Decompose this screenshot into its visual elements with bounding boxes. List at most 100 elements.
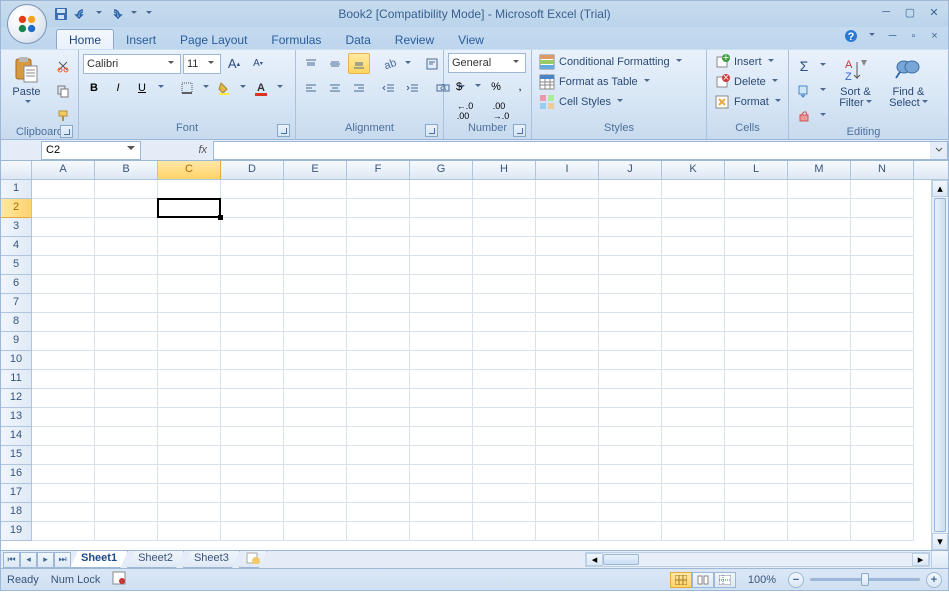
vscroll-thumb[interactable] — [934, 198, 946, 532]
cell-C11[interactable] — [158, 370, 221, 389]
cell-D2[interactable] — [221, 199, 284, 218]
decrease-indent-button[interactable] — [378, 77, 400, 98]
cell-H10[interactable] — [473, 351, 536, 370]
cell-E9[interactable] — [284, 332, 347, 351]
cell-D14[interactable] — [221, 427, 284, 446]
cell-C16[interactable] — [158, 465, 221, 484]
cell-G3[interactable] — [410, 218, 473, 237]
cell-I10[interactable] — [536, 351, 599, 370]
redo-icon[interactable] — [108, 6, 124, 22]
cell-K17[interactable] — [662, 484, 725, 503]
zoom-slider[interactable] — [810, 578, 920, 581]
cell-G12[interactable] — [410, 389, 473, 408]
row-header-17[interactable]: 17 — [1, 484, 32, 503]
orientation-dropdown[interactable] — [402, 53, 413, 74]
insert-cells-button[interactable]: +Insert — [711, 53, 777, 71]
row-header-19[interactable]: 19 — [1, 522, 32, 541]
cell-B13[interactable] — [95, 408, 158, 427]
cell-H14[interactable] — [473, 427, 536, 446]
cell-N2[interactable] — [851, 199, 914, 218]
cell-D11[interactable] — [221, 370, 284, 389]
cell-N7[interactable] — [851, 294, 914, 313]
cell-A19[interactable] — [32, 522, 95, 541]
cell-C3[interactable] — [158, 218, 221, 237]
cell-D10[interactable] — [221, 351, 284, 370]
cell-N6[interactable] — [851, 275, 914, 294]
cell-J3[interactable] — [599, 218, 662, 237]
cell-C2[interactable] — [158, 199, 221, 218]
row-header-3[interactable]: 3 — [1, 218, 32, 237]
cell-B18[interactable] — [95, 503, 158, 522]
cell-N17[interactable] — [851, 484, 914, 503]
cell-K2[interactable] — [662, 199, 725, 218]
align-bottom-button[interactable] — [348, 53, 370, 74]
row-header-13[interactable]: 13 — [1, 408, 32, 427]
sort-filter-button[interactable]: AZ Sort & Filter — [832, 53, 879, 111]
cell-I9[interactable] — [536, 332, 599, 351]
tab-page-layout[interactable]: Page Layout — [168, 30, 259, 49]
row-header-6[interactable]: 6 — [1, 275, 32, 294]
cell-A9[interactable] — [32, 332, 95, 351]
cell-K15[interactable] — [662, 446, 725, 465]
tab-insert[interactable]: Insert — [114, 30, 168, 49]
cell-H12[interactable] — [473, 389, 536, 408]
cell-G14[interactable] — [410, 427, 473, 446]
cell-I11[interactable] — [536, 370, 599, 389]
cell-N16[interactable] — [851, 465, 914, 484]
cell-D17[interactable] — [221, 484, 284, 503]
vertical-scrollbar[interactable]: ▴ ▾ — [931, 180, 948, 550]
comma-button[interactable]: , — [509, 76, 531, 97]
italic-button[interactable]: I — [107, 77, 129, 98]
autosum-button[interactable]: Σ — [793, 55, 815, 76]
horizontal-scrollbar[interactable]: ◂ ▸ — [585, 552, 930, 567]
format-painter-button[interactable] — [52, 105, 74, 126]
cell-H6[interactable] — [473, 275, 536, 294]
cell-I6[interactable] — [536, 275, 599, 294]
cell-L5[interactable] — [725, 256, 788, 275]
col-header-G[interactable]: G — [410, 161, 473, 179]
cell-M7[interactable] — [788, 294, 851, 313]
shrink-font-button[interactable]: A▾ — [247, 53, 269, 74]
col-header-D[interactable]: D — [221, 161, 284, 179]
row-header-11[interactable]: 11 — [1, 370, 32, 389]
cell-B4[interactable] — [95, 237, 158, 256]
cell-E3[interactable] — [284, 218, 347, 237]
cell-M3[interactable] — [788, 218, 851, 237]
cell-L4[interactable] — [725, 237, 788, 256]
cell-B3[interactable] — [95, 218, 158, 237]
cell-A14[interactable] — [32, 427, 95, 446]
scroll-left-button[interactable]: ◂ — [586, 553, 603, 566]
cell-I19[interactable] — [536, 522, 599, 541]
cell-L17[interactable] — [725, 484, 788, 503]
cell-L14[interactable] — [725, 427, 788, 446]
cell-J17[interactable] — [599, 484, 662, 503]
formula-expand-button[interactable] — [930, 141, 948, 160]
cell-I18[interactable] — [536, 503, 599, 522]
cell-C13[interactable] — [158, 408, 221, 427]
cell-B2[interactable] — [95, 199, 158, 218]
borders-button[interactable] — [176, 77, 198, 98]
cell-F1[interactable] — [347, 180, 410, 199]
cell-M16[interactable] — [788, 465, 851, 484]
cell-D8[interactable] — [221, 313, 284, 332]
cell-N15[interactable] — [851, 446, 914, 465]
cell-I17[interactable] — [536, 484, 599, 503]
row-header-12[interactable]: 12 — [1, 389, 32, 408]
col-header-M[interactable]: M — [788, 161, 851, 179]
tab-review[interactable]: Review — [383, 30, 446, 49]
cell-L2[interactable] — [725, 199, 788, 218]
copy-button[interactable] — [52, 80, 74, 101]
cell-N4[interactable] — [851, 237, 914, 256]
align-middle-button[interactable] — [324, 53, 346, 74]
cell-K19[interactable] — [662, 522, 725, 541]
cell-E17[interactable] — [284, 484, 347, 503]
row-header-2[interactable]: 2 — [1, 199, 32, 218]
page-layout-view-button[interactable] — [692, 572, 714, 588]
help-icon[interactable]: ? — [843, 29, 858, 43]
cell-J1[interactable] — [599, 180, 662, 199]
col-header-I[interactable]: I — [536, 161, 599, 179]
cell-J10[interactable] — [599, 351, 662, 370]
cell-K9[interactable] — [662, 332, 725, 351]
cell-G18[interactable] — [410, 503, 473, 522]
font-color-button[interactable]: A — [250, 77, 272, 98]
